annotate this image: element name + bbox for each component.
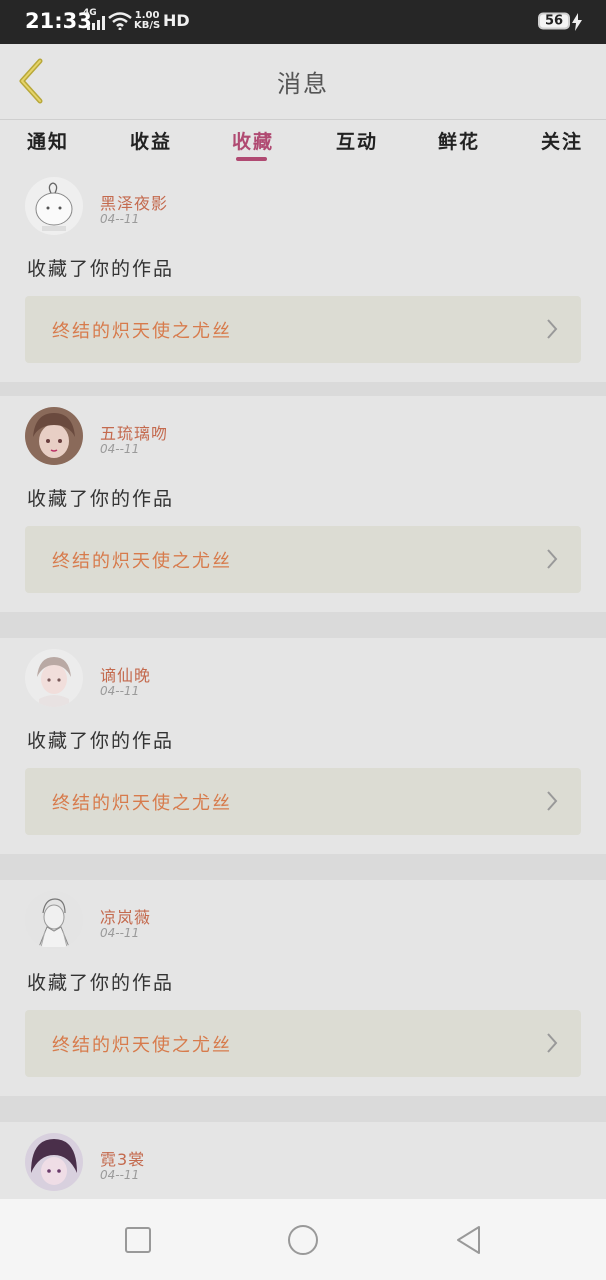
chevron-right-icon <box>547 1033 558 1053</box>
tab-following[interactable]: 关注 <box>541 127 583 154</box>
list-item: 黑泽夜影 04--11 收藏了你的作品 终结的炽天使之尤丝 <box>0 166 606 382</box>
page-title: 消息 <box>277 70 329 98</box>
work-title: 终结的炽天使之尤丝 <box>52 321 232 342</box>
work-title: 终结的炽天使之尤丝 <box>52 551 232 572</box>
username[interactable]: 黑泽夜影 <box>100 190 168 214</box>
avatar[interactable] <box>25 177 83 235</box>
message-date: 04--11 <box>100 684 140 698</box>
list-item: 谪仙晚 04--11 收藏了你的作品 终结的炽天使之尤丝 <box>0 638 606 854</box>
status-time: 21:33 <box>25 9 92 33</box>
work-link[interactable]: 终结的炽天使之尤丝 <box>25 296 581 363</box>
wifi-icon <box>108 12 132 30</box>
avatar[interactable] <box>25 407 83 465</box>
chevron-right-icon <box>547 549 558 569</box>
home-icon[interactable] <box>286 1223 320 1257</box>
list-item: 凉岚薇 04--11 收藏了你的作品 终结的炽天使之尤丝 <box>0 880 606 1096</box>
list-item: 霓3裳 04--11 <box>0 1122 606 1199</box>
message-text: 收藏了你的作品 <box>27 972 175 994</box>
tab-flowers[interactable]: 鲜花 <box>438 127 480 154</box>
cellular-signal-icon: 4G <box>83 8 105 32</box>
work-title: 终结的炽天使之尤丝 <box>52 793 232 814</box>
recent-apps-icon[interactable] <box>121 1223 155 1257</box>
message-date: 04--11 <box>100 442 140 456</box>
avatar[interactable] <box>25 649 83 707</box>
username[interactable]: 霓3裳 <box>100 1146 145 1170</box>
tab-notifications[interactable]: 通知 <box>27 127 69 154</box>
speed-unit: KB/S <box>134 20 161 31</box>
avatar[interactable] <box>25 891 83 949</box>
message-text: 收藏了你的作品 <box>27 258 175 280</box>
message-date: 04--11 <box>100 926 140 940</box>
username[interactable]: 五琉璃吻 <box>100 420 168 444</box>
network-speed: 1.00 KB/S <box>134 11 160 31</box>
chevron-right-icon <box>547 319 558 339</box>
hd-indicator: HD <box>163 11 190 30</box>
navigation-bar: 消息 <box>0 44 606 120</box>
work-link[interactable]: 终结的炽天使之尤丝 <box>25 1010 581 1077</box>
username[interactable]: 凉岚薇 <box>100 904 151 928</box>
work-link[interactable]: 终结的炽天使之尤丝 <box>25 768 581 835</box>
message-list[interactable]: 黑泽夜影 04--11 收藏了你的作品 终结的炽天使之尤丝 五琉璃吻 04--1… <box>0 166 606 1199</box>
tab-earnings[interactable]: 收益 <box>130 127 172 154</box>
username[interactable]: 谪仙晚 <box>100 662 151 686</box>
work-title: 终结的炽天使之尤丝 <box>52 1035 232 1056</box>
tab-interactions[interactable]: 互动 <box>336 127 378 154</box>
tab-favorites[interactable]: 收藏 <box>232 127 274 154</box>
message-text: 收藏了你的作品 <box>27 730 175 752</box>
charging-icon <box>572 13 582 31</box>
system-navigation-bar <box>0 1199 606 1280</box>
back-nav-icon[interactable] <box>452 1223 486 1257</box>
battery-level: 56 <box>544 13 564 29</box>
list-item: 五琉璃吻 04--11 收藏了你的作品 终结的炽天使之尤丝 <box>0 396 606 612</box>
work-link[interactable]: 终结的炽天使之尤丝 <box>25 526 581 593</box>
message-date: 04--11 <box>100 212 140 226</box>
message-text: 收藏了你的作品 <box>27 488 175 510</box>
active-tab-indicator <box>236 157 267 161</box>
avatar[interactable] <box>25 1133 83 1191</box>
battery-icon: 56 <box>538 12 570 30</box>
chevron-right-icon <box>547 791 558 811</box>
message-date: 04--11 <box>100 1168 140 1182</box>
status-bar: 21:33 4G 1.00 KB/S HD 56 <box>0 0 606 44</box>
tab-bar: 通知 收益 收藏 互动 鲜花 关注 <box>0 120 606 166</box>
